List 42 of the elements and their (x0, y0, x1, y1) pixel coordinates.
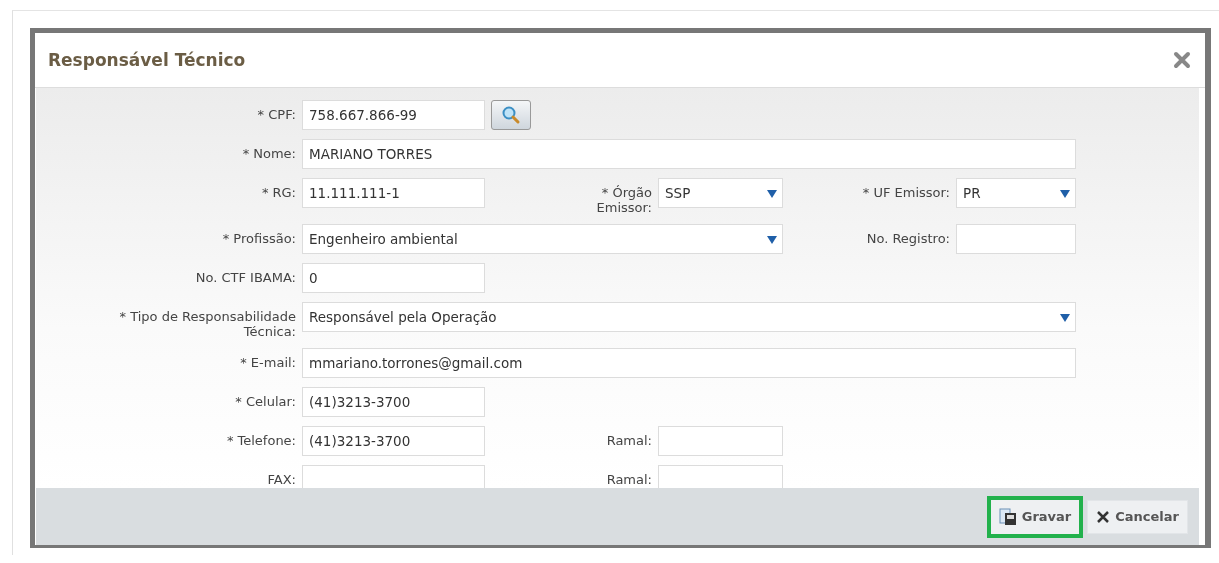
input-field[interactable]: MARIANO TORRES (302, 139, 1076, 169)
field-label: FAX: (266, 471, 296, 487)
dropdown-arrow-icon (767, 236, 777, 244)
field-label: * UF Emissor: (861, 184, 950, 200)
input-field[interactable]: 11.111.111-1 (302, 178, 485, 208)
input-field[interactable] (956, 224, 1076, 254)
input-field[interactable]: 0 (302, 263, 485, 293)
field-label: * E-mail: (239, 354, 296, 370)
save-button[interactable]: Gravar (986, 495, 1084, 538)
search-icon (501, 105, 521, 125)
field-label: * Órgão Emissor: (595, 184, 652, 215)
dropdown-field[interactable]: Engenheiro ambiental (302, 224, 783, 254)
close-icon[interactable] (1173, 51, 1191, 69)
field-label: Ramal: (605, 432, 652, 448)
dropdown-arrow-icon (1060, 190, 1070, 198)
input-field[interactable] (658, 426, 783, 456)
close-icon (1096, 509, 1111, 524)
dropdown-arrow-icon (767, 190, 777, 198)
field-label: Ramal: (605, 471, 652, 487)
dropdown-arrow-icon (1060, 314, 1070, 322)
input-field[interactable]: (41)3213-3700 (302, 387, 485, 417)
field-label: * CPF: (256, 106, 296, 122)
field-label: * Nome: (241, 145, 296, 161)
input-field[interactable]: mmariano.torrones@gmail.com (302, 348, 1076, 378)
field-label: No. Registro: (865, 230, 950, 246)
input-field[interactable] (302, 465, 485, 488)
search-button[interactable] (491, 100, 531, 130)
save-icon (998, 507, 1017, 526)
dropdown-field[interactable]: Responsável pela Operação (302, 302, 1076, 332)
input-field[interactable]: 758.667.866-99 (302, 100, 485, 130)
field-label: * Profissão: (221, 230, 296, 246)
field-label: * Celular: (234, 393, 296, 409)
field-label: * Tipo de Responsabilidade Técnica: (118, 308, 296, 339)
field-label: * Telefone: (225, 432, 296, 448)
input-field[interactable] (658, 465, 783, 488)
dropdown-field[interactable]: SSP (658, 178, 783, 208)
cancel-button[interactable]: Cancelar (1087, 499, 1188, 534)
field-label: * RG: (260, 184, 296, 200)
dropdown-field[interactable]: PR (956, 178, 1076, 208)
dialog-title: Responsável Técnico (48, 50, 246, 70)
field-label: No. CTF IBAMA: (194, 269, 296, 285)
input-field[interactable]: (41)3213-3700 (302, 426, 485, 456)
